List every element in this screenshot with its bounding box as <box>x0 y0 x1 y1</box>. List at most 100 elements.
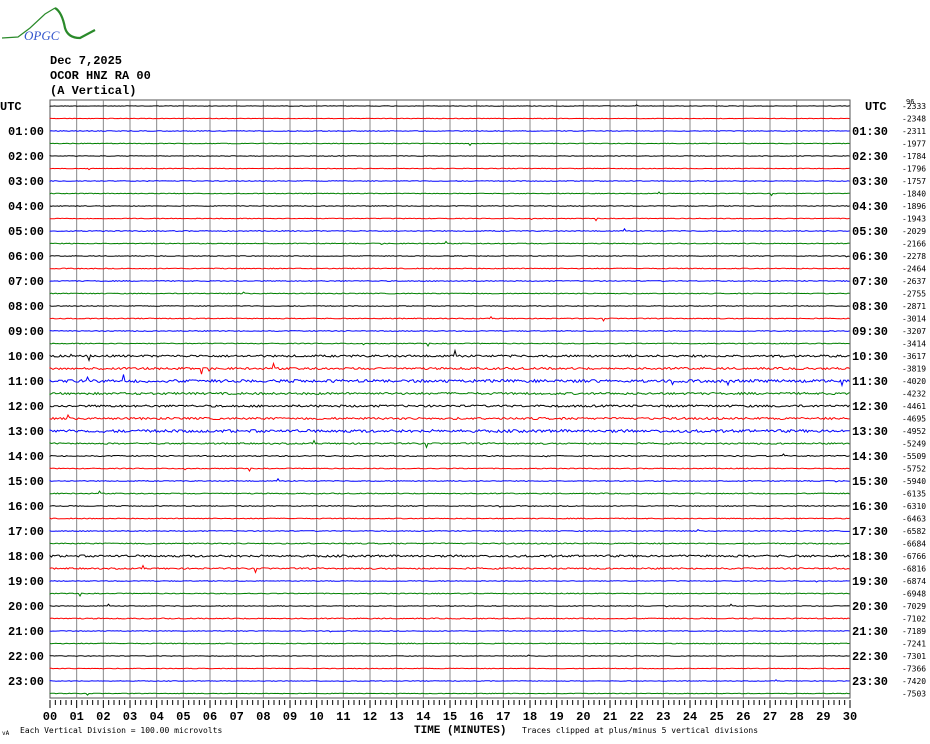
right-hour-label: 02:30 <box>852 150 888 164</box>
trace-offset-label: -2029 <box>902 227 926 236</box>
trace-offset-label: -1784 <box>902 152 926 161</box>
seismic-trace <box>49 304 850 307</box>
right-hour-label: 10:30 <box>852 350 888 364</box>
trace-offset-label: -1943 <box>902 215 926 224</box>
right-hour-label: 23:30 <box>852 675 888 689</box>
right-hour-label: 03:30 <box>852 175 888 189</box>
trace-offset-label: -2755 <box>902 290 926 299</box>
left-hour-label: 19:00 <box>8 575 44 589</box>
trace-offset-label: -4952 <box>902 427 926 436</box>
right-top-extra: 96 <box>906 98 914 106</box>
right-hour-label: 13:30 <box>852 425 888 439</box>
left-hour-label: 16:00 <box>8 500 44 514</box>
trace-offset-label: -7503 <box>902 690 926 699</box>
trace-offset-label: -7241 <box>902 640 926 649</box>
trace-offset-label: -7366 <box>902 665 926 674</box>
x-tick-label: 03 <box>123 710 137 724</box>
trace-offset-label: -6684 <box>902 540 926 549</box>
trace-offset-label: -2464 <box>902 265 926 274</box>
trace-offset-label: -5940 <box>902 477 926 486</box>
seismic-trace <box>49 280 850 282</box>
trace-offset-label: -5752 <box>902 465 926 474</box>
left-hour-label: 05:00 <box>8 225 44 239</box>
x-tick-label: 27 <box>763 710 777 724</box>
right-axis-title: UTC <box>865 100 887 114</box>
right-hour-label: 19:30 <box>852 575 888 589</box>
left-hour-label: 10:00 <box>8 350 44 364</box>
left-hour-label: 11:00 <box>8 375 44 389</box>
trace-offset-label: -6948 <box>902 590 926 599</box>
x-tick-label: 00 <box>43 710 57 724</box>
left-hour-label: 08:00 <box>8 300 44 314</box>
x-tick-label: 24 <box>683 710 697 724</box>
seismic-trace <box>49 267 850 270</box>
trace-offset-label: -7029 <box>902 602 926 611</box>
x-tick-label: 21 <box>603 710 617 724</box>
left-hour-label: 03:00 <box>8 175 44 189</box>
right-hour-label: 09:30 <box>852 325 888 339</box>
x-tick-label: 01 <box>69 710 83 724</box>
left-hour-label: 01:00 <box>8 125 44 139</box>
left-hour-label: 23:00 <box>8 675 44 689</box>
trace-offset-label: -5509 <box>902 452 926 461</box>
seismic-trace <box>49 517 850 520</box>
x-tick-label: 10 <box>309 710 323 724</box>
trace-offset-label: -2348 <box>902 115 926 124</box>
x-tick-label: 22 <box>629 710 643 724</box>
trace-offset-label: -7189 <box>902 627 926 636</box>
trace-offset-label: -7420 <box>902 677 926 686</box>
right-hour-label: 11:30 <box>852 375 888 389</box>
trace-offset-label: -1796 <box>902 165 926 174</box>
trace-offset-label: -2637 <box>902 277 926 286</box>
left-hour-label: 13:00 <box>8 425 44 439</box>
trace-offset-label: -5249 <box>902 440 926 449</box>
left-hour-label: 04:00 <box>8 200 44 214</box>
trace-offset-label: -3414 <box>902 340 926 349</box>
x-tick-label: 14 <box>416 710 430 724</box>
trace-offset-label: -2278 <box>902 252 926 261</box>
x-tick-label: 26 <box>736 710 750 724</box>
trace-offset-label: -2871 <box>902 302 926 311</box>
seismic-trace <box>49 330 850 332</box>
x-tick-label: 02 <box>96 710 110 724</box>
x-tick-label: 13 <box>389 710 403 724</box>
x-tick-label: 16 <box>469 710 483 724</box>
trace-offset-label: -1977 <box>902 140 926 149</box>
trace-offset-label: -4695 <box>902 415 926 424</box>
clip-note: Traces clipped at plus/minus 5 vertical … <box>522 726 758 735</box>
x-tick-label: 17 <box>496 710 510 724</box>
x-tick-label: 06 <box>203 710 217 724</box>
left-hour-label: 14:00 <box>8 450 44 464</box>
x-tick-label: 15 <box>443 710 457 724</box>
scale-note: Each Vertical Division = 100.00 microvol… <box>20 726 222 735</box>
left-hour-label: 06:00 <box>8 250 44 264</box>
x-tick-label: 08 <box>256 710 270 724</box>
trace-offset-label: -7102 <box>902 615 926 624</box>
x-tick-label: 18 <box>523 710 537 724</box>
trace-offset-label: -4232 <box>902 390 926 399</box>
right-hour-label: 20:30 <box>852 600 888 614</box>
trace-offset-label: -7301 <box>902 652 926 661</box>
trace-offset-label: -3207 <box>902 327 926 336</box>
left-hour-label: 21:00 <box>8 625 44 639</box>
right-hour-label: 22:30 <box>852 650 888 664</box>
trace-offset-label: -6582 <box>902 527 926 536</box>
seismic-trace <box>49 667 850 670</box>
trace-offset-label: -3819 <box>902 365 926 374</box>
x-tick-label: 09 <box>283 710 297 724</box>
right-hour-label: 15:30 <box>852 475 888 489</box>
left-hour-label: 18:00 <box>8 550 44 564</box>
x-tick-label: 29 <box>816 710 830 724</box>
right-hour-label: 14:30 <box>852 450 888 464</box>
right-hour-label: 05:30 <box>852 225 888 239</box>
x-tick-label: 23 <box>656 710 670 724</box>
x-tick-label: 12 <box>363 710 377 724</box>
left-hour-label: 07:00 <box>8 275 44 289</box>
x-tick-label: 04 <box>149 710 163 724</box>
trace-offset-label: -3617 <box>902 352 926 361</box>
right-hour-label: 07:30 <box>852 275 888 289</box>
trace-offset-label: -6766 <box>902 552 926 561</box>
x-tick-label: 30 <box>843 710 857 724</box>
helicorder-plot: -2333-2348-2311-1977-1784-1796-1757-1840… <box>0 98 926 737</box>
left-axis-title: UTC <box>0 100 22 114</box>
